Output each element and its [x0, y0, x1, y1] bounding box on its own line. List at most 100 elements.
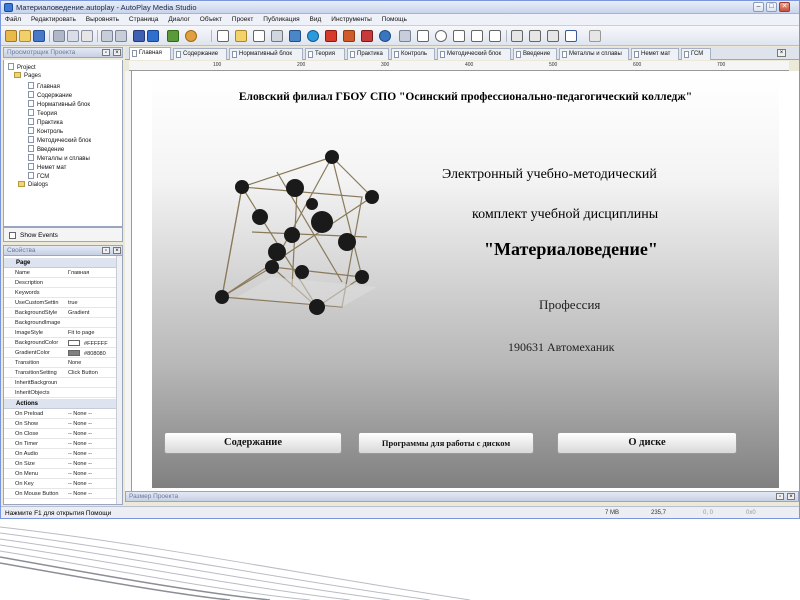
close-panel-icon[interactable]: × — [787, 493, 795, 500]
color-swatch[interactable] — [68, 340, 80, 346]
course-title[interactable]: "Материаловедение" — [484, 239, 784, 260]
tab-metals[interactable]: Металлы и сплавы — [559, 48, 629, 60]
close-tab-icon[interactable]: × — [777, 49, 786, 57]
tree-page[interactable]: Введение — [28, 145, 64, 153]
pdf-object-icon[interactable] — [361, 30, 373, 42]
pin-icon[interactable]: ▫ — [776, 493, 784, 500]
tree-page[interactable]: Немет мат — [28, 163, 66, 171]
about-disk-button[interactable]: О диске — [557, 432, 737, 454]
action-row[interactable]: On Close -- None -- — [4, 429, 116, 439]
tab-nonmetal[interactable]: Немет мат — [631, 48, 679, 60]
audio-icon[interactable] — [343, 30, 355, 42]
flash-movie-icon[interactable] — [325, 30, 337, 42]
tab-contents[interactable]: Содержание — [173, 48, 227, 60]
tab-theory[interactable]: Теория — [305, 48, 345, 60]
property-row[interactable]: Name Главная — [4, 268, 116, 278]
open-folder-icon[interactable] — [19, 30, 31, 42]
tree-page[interactable]: Главная — [28, 82, 60, 90]
property-row[interactable]: BackgroundStyle Gradient — [4, 308, 116, 318]
title-line-1[interactable]: Электронный учебно-методический — [442, 167, 752, 183]
save-icon[interactable] — [33, 30, 45, 42]
ie-object-icon[interactable] — [379, 30, 391, 42]
input-object-icon[interactable] — [399, 30, 411, 42]
action-row[interactable]: On Timer -- None -- — [4, 439, 116, 449]
tree-page[interactable]: Практика — [28, 118, 63, 126]
action-row[interactable]: On Show -- None -- — [4, 419, 116, 429]
menu-file[interactable]: Файл — [1, 14, 25, 23]
pin-icon[interactable]: ▫ — [102, 49, 110, 56]
property-row[interactable]: Transition None — [4, 358, 116, 368]
maximize-button[interactable]: □ — [766, 2, 777, 12]
radio-object-icon[interactable] — [435, 30, 447, 42]
property-row[interactable]: TransitionSetting Click Button — [4, 368, 116, 378]
menu-tools[interactable]: Инструменты — [327, 14, 376, 23]
action-row[interactable]: On Preload -- None -- — [4, 409, 116, 419]
tree-object-icon[interactable] — [489, 30, 501, 42]
grid-icon[interactable] — [511, 30, 523, 42]
tab-control[interactable]: Контроль — [391, 48, 435, 60]
property-row[interactable]: BackgroundImage — [4, 318, 116, 328]
menu-object[interactable]: Объект — [196, 14, 226, 23]
pen-icon[interactable] — [589, 30, 601, 42]
page-header-text[interactable]: Еловский филиал ГБОУ СПО "Осинский профе… — [152, 91, 779, 103]
tab-practice[interactable]: Практика — [347, 48, 389, 60]
redo-icon[interactable] — [115, 30, 127, 42]
preview-icon[interactable] — [147, 30, 159, 42]
tree-page[interactable]: ГСМ — [28, 172, 49, 180]
menu-align[interactable]: Выровнять — [82, 14, 123, 23]
action-row[interactable]: On Menu -- None -- — [4, 469, 116, 479]
page-main[interactable]: Еловский филиал ГБОУ СПО "Осинский профе… — [152, 75, 779, 488]
checkbox-object-icon[interactable] — [417, 30, 429, 42]
menu-view[interactable]: Вид — [306, 14, 326, 23]
close-button[interactable]: ✕ — [779, 2, 790, 12]
combobox-object-icon[interactable] — [471, 30, 483, 42]
menu-publish[interactable]: Публикация — [259, 14, 303, 23]
tree-page[interactable]: Теория — [28, 109, 57, 117]
table-icon[interactable] — [529, 30, 541, 42]
tree-page[interactable]: Металлы и сплавы — [28, 154, 90, 162]
contents-button[interactable]: Содержание — [164, 432, 342, 454]
new-icon[interactable] — [5, 30, 17, 42]
property-row[interactable]: GradientColor #808080 — [4, 348, 116, 358]
tree-page[interactable]: Методический блок — [28, 136, 91, 144]
tree-page[interactable]: Контроль — [28, 127, 63, 135]
cut-icon[interactable] — [53, 30, 65, 42]
menu-help[interactable]: Помощь — [378, 14, 411, 23]
menu-project[interactable]: Проект — [228, 14, 257, 23]
property-row[interactable]: InheritObjects — [4, 388, 116, 398]
action-row[interactable]: On Size -- None -- — [4, 459, 116, 469]
tree-page[interactable]: Нормативный блок — [28, 100, 90, 108]
pin-icon[interactable]: ▫ — [102, 247, 110, 254]
minimize-button[interactable]: – — [753, 2, 764, 12]
rectangle-icon[interactable] — [565, 30, 577, 42]
action-row[interactable]: On Key -- None -- — [4, 479, 116, 489]
undo-icon[interactable] — [101, 30, 113, 42]
property-row[interactable]: ImageStyle Fit to page — [4, 328, 116, 338]
profession-code[interactable]: 190631 Автомеханик — [508, 340, 615, 355]
tree-dialogs[interactable]: Dialogs — [18, 181, 48, 188]
listbox-object-icon[interactable] — [453, 30, 465, 42]
button-object-icon[interactable] — [217, 30, 229, 42]
page-icon[interactable] — [133, 30, 145, 42]
publish-icon[interactable] — [167, 30, 179, 42]
action-row[interactable]: On Audio -- None -- — [4, 449, 116, 459]
tab-methodical[interactable]: Методический блок — [437, 48, 511, 60]
color-swatch[interactable] — [68, 350, 80, 356]
profession-label[interactable]: Профессия — [539, 297, 600, 313]
tab-main[interactable]: Главная — [129, 47, 171, 60]
crystal-lattice-image[interactable] — [202, 147, 392, 327]
label-object-icon[interactable] — [235, 30, 247, 42]
copy-icon[interactable] — [67, 30, 79, 42]
property-row[interactable]: BackgroundColor #FFFFFF — [4, 338, 116, 348]
close-panel-icon[interactable]: × — [113, 49, 121, 56]
tree-page[interactable]: Содержание — [28, 91, 72, 99]
paragraph-object-icon[interactable] — [253, 30, 265, 42]
tree-pages[interactable]: Pages — [14, 72, 41, 79]
web-object-icon[interactable] — [307, 30, 319, 42]
globe-icon[interactable] — [185, 30, 197, 42]
close-panel-icon[interactable]: × — [113, 247, 121, 254]
show-events-checkbox[interactable] — [9, 232, 16, 239]
tab-intro[interactable]: Введение — [513, 48, 557, 60]
property-row[interactable]: UseCustomSettin true — [4, 298, 116, 308]
title-line-2[interactable]: комплект учебной дисциплины — [472, 207, 772, 223]
